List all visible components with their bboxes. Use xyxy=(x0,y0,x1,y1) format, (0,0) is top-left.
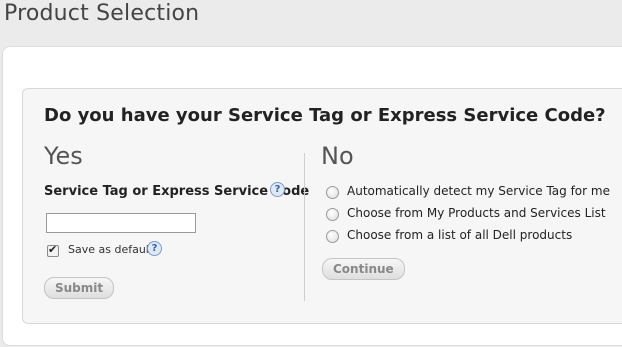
submit-button[interactable]: Submit xyxy=(44,277,115,299)
radio-button[interactable] xyxy=(326,230,339,243)
service-tag-question: Do you have your Service Tag or Express … xyxy=(44,105,606,126)
save-as-default-checkbox[interactable]: ✔ xyxy=(47,243,59,257)
no-heading: No xyxy=(321,142,354,170)
save-as-default-label: Save as default xyxy=(68,243,154,256)
column-divider xyxy=(304,153,305,301)
option-label: Automatically detect my Service Tag for … xyxy=(347,184,610,198)
page-title: Product Selection xyxy=(4,1,200,26)
continue-button[interactable]: Continue xyxy=(322,258,405,280)
yes-heading: Yes xyxy=(44,142,83,170)
option-label: Choose from My Products and Services Lis… xyxy=(347,206,606,220)
radio-button[interactable] xyxy=(326,208,339,221)
radio-button[interactable] xyxy=(326,186,339,199)
option-label: Choose from a list of all Dell products xyxy=(347,228,573,242)
help-question-icon[interactable]: ? xyxy=(147,241,162,256)
checkmark-icon: ✔ xyxy=(48,243,58,256)
service-tag-input[interactable] xyxy=(46,213,196,233)
help-question-icon[interactable]: ? xyxy=(270,182,285,197)
